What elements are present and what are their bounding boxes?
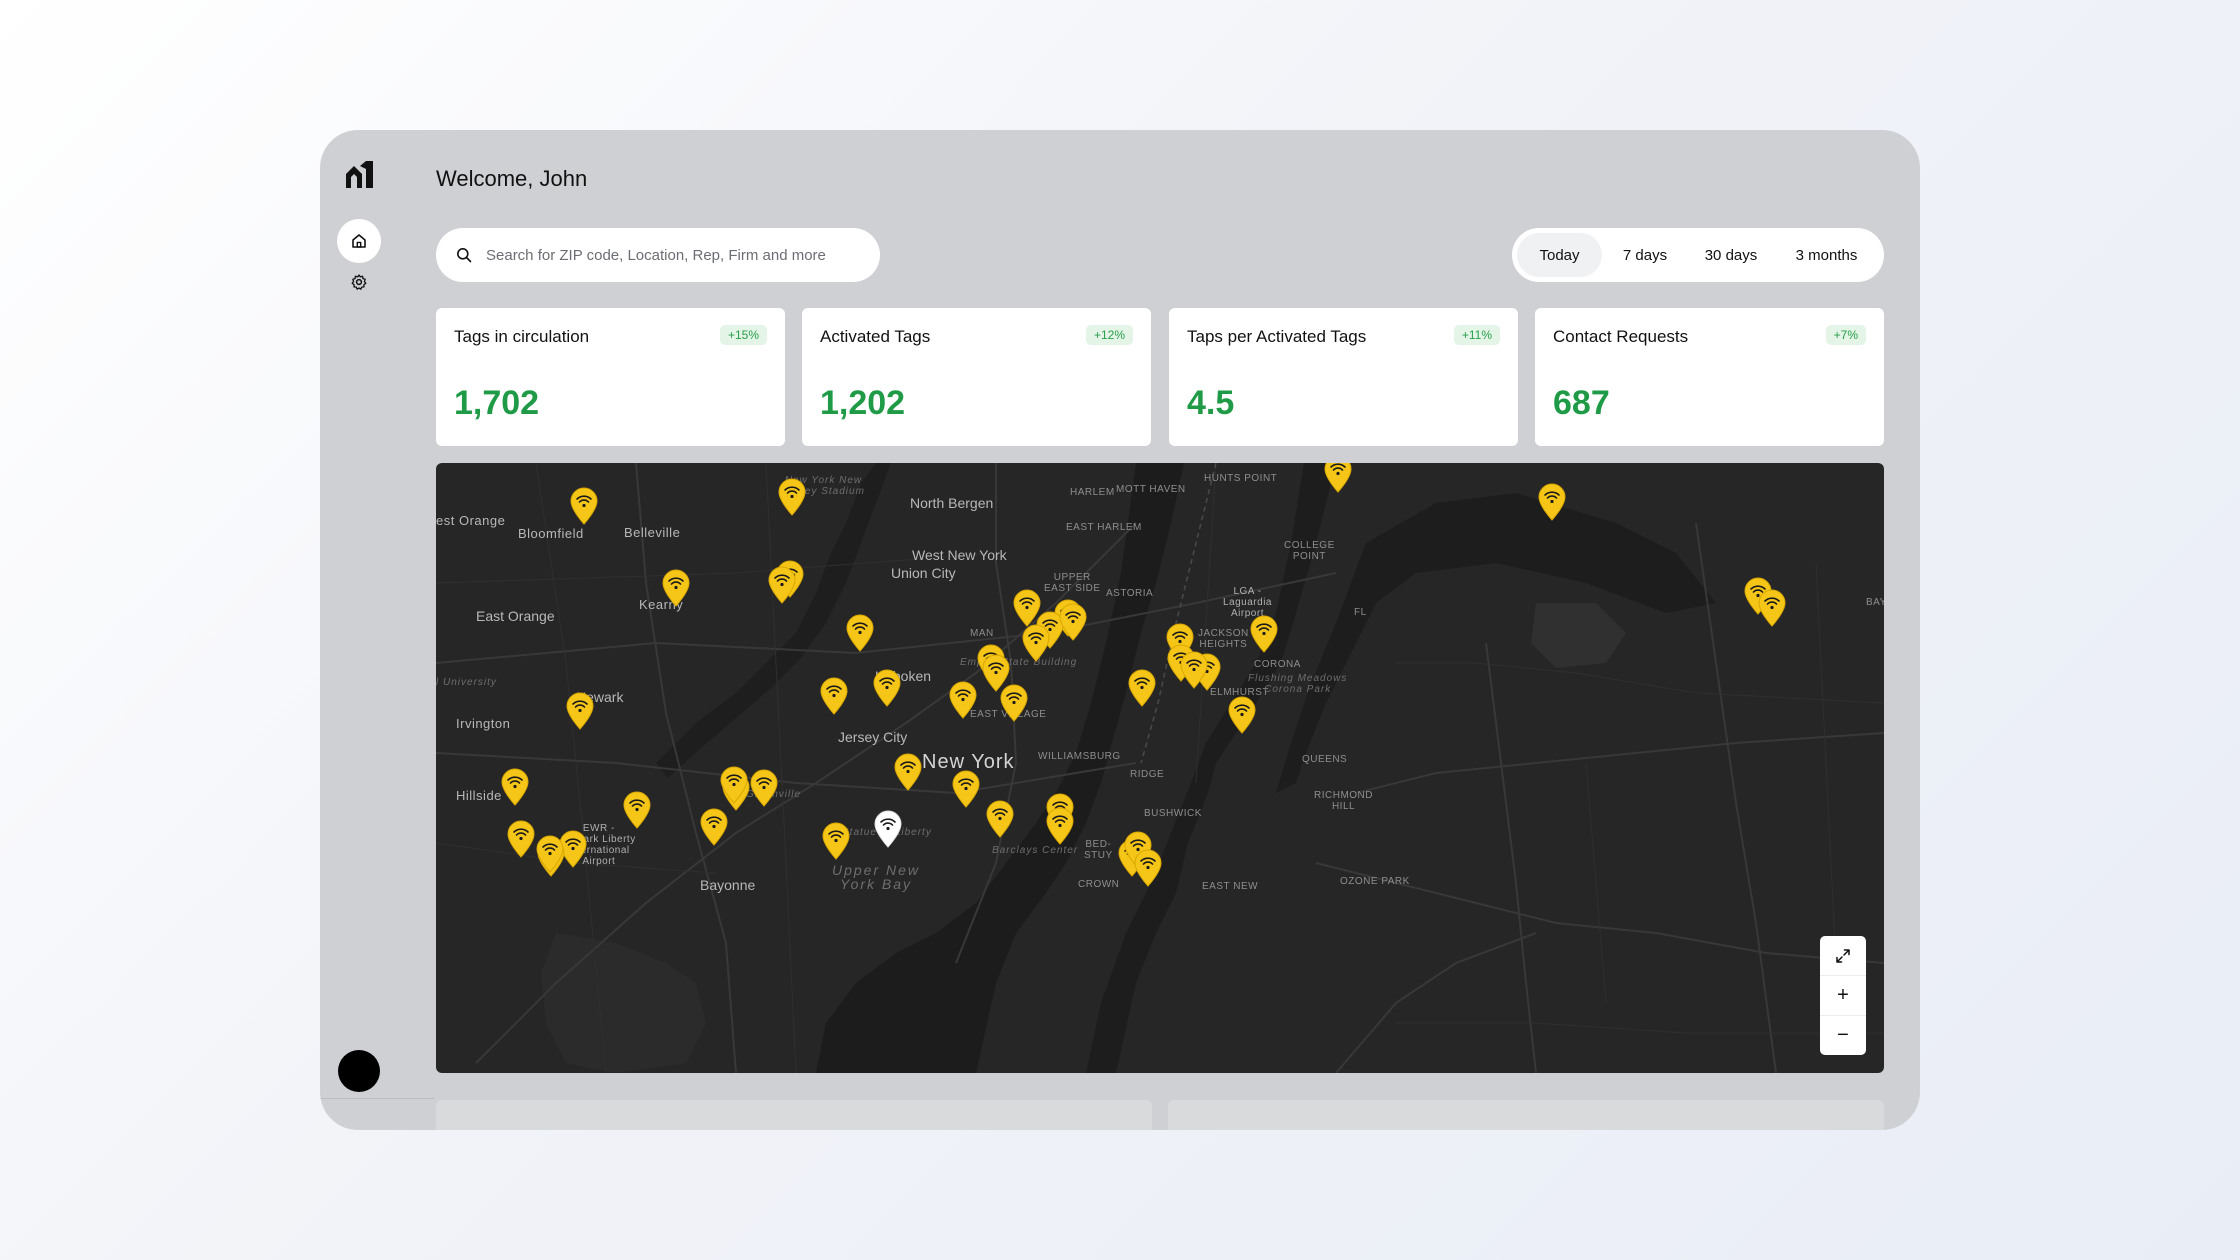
stat-change-badge: +7% xyxy=(1825,325,1866,345)
map-pin[interactable] xyxy=(985,800,1015,838)
map-pin[interactable] xyxy=(1249,615,1279,653)
map-pin[interactable] xyxy=(622,791,652,829)
stat-value: 1,702 xyxy=(454,384,540,422)
stat-change-badge: +15% xyxy=(719,325,767,345)
map-pin[interactable] xyxy=(565,692,595,730)
map-pin[interactable] xyxy=(506,820,536,858)
map-pin[interactable] xyxy=(661,569,691,607)
user-avatar[interactable] xyxy=(338,1050,380,1092)
map-pin-selected[interactable] xyxy=(873,810,903,848)
map-pin[interactable] xyxy=(819,677,849,715)
map-pin[interactable] xyxy=(1021,624,1051,662)
stat-card-taps-per-activated: Taps per Activated Tags +11% 4.5 xyxy=(1169,308,1518,446)
map-pin[interactable] xyxy=(951,770,981,808)
stat-value: 1,202 xyxy=(820,384,906,422)
map-zoom-controls: + − xyxy=(1820,936,1866,1055)
brand-logo xyxy=(346,161,373,188)
nav-home-button[interactable] xyxy=(337,219,381,263)
map-pin[interactable] xyxy=(777,478,807,516)
map-pin[interactable] xyxy=(999,684,1029,722)
map-pin[interactable] xyxy=(872,669,902,707)
map-pin[interactable] xyxy=(1127,669,1157,707)
map-basemap xyxy=(436,463,1884,1073)
range-today[interactable]: Today xyxy=(1517,233,1602,277)
dashboard-window: Welcome, John Today 7 days 30 days 3 mon… xyxy=(320,130,1920,1130)
range-7-days[interactable]: 7 days xyxy=(1602,233,1688,277)
stat-change-badge: +12% xyxy=(1085,325,1133,345)
search-icon xyxy=(457,248,472,263)
map-pin[interactable] xyxy=(1227,696,1257,734)
map-pin[interactable] xyxy=(569,487,599,525)
stat-value: 4.5 xyxy=(1187,384,1235,422)
map-pin[interactable] xyxy=(767,566,797,604)
map-pin[interactable] xyxy=(749,769,779,807)
map-pin[interactable] xyxy=(535,835,565,873)
map-pin[interactable] xyxy=(821,822,851,860)
map-pin[interactable] xyxy=(1537,483,1567,521)
gear-icon xyxy=(351,274,367,290)
nav-settings-button[interactable] xyxy=(337,260,381,304)
map-pin[interactable] xyxy=(893,753,923,791)
stat-card-contact-requests: Contact Requests +7% 687 xyxy=(1535,308,1884,446)
range-3-months[interactable]: 3 months xyxy=(1774,233,1879,277)
map-pin[interactable] xyxy=(719,766,749,804)
map-pin[interactable] xyxy=(845,614,875,652)
map-pin[interactable] xyxy=(1323,463,1353,493)
stats-row: Tags in circulation +15% 1,702 Activated… xyxy=(436,308,1884,446)
map-pin[interactable] xyxy=(1179,651,1209,689)
map-pin[interactable] xyxy=(1133,849,1163,887)
map-pin[interactable] xyxy=(1058,603,1088,641)
stat-card-tags-in-circulation: Tags in circulation +15% 1,702 xyxy=(436,308,785,446)
map-pin[interactable] xyxy=(699,808,729,846)
map-pin[interactable] xyxy=(1045,807,1075,845)
bottom-panel-left xyxy=(436,1100,1152,1130)
expand-icon xyxy=(1836,948,1850,963)
zoom-out-button[interactable]: − xyxy=(1820,1016,1866,1055)
page-title: Welcome, John xyxy=(436,166,588,191)
stat-title: Contact Requests xyxy=(1553,327,1689,346)
stat-card-activated-tags: Activated Tags +12% 1,202 xyxy=(802,308,1151,446)
date-range-selector: Today 7 days 30 days 3 months xyxy=(1512,228,1884,282)
map-pin[interactable] xyxy=(948,681,978,719)
home-icon xyxy=(352,234,366,248)
search-input[interactable] xyxy=(484,245,868,265)
map-pin[interactable] xyxy=(1012,589,1042,627)
map-pin[interactable] xyxy=(500,768,530,806)
stat-title: Taps per Activated Tags xyxy=(1187,327,1367,346)
divider xyxy=(320,1098,435,1099)
sidebar-rail xyxy=(320,130,400,1130)
tag-map[interactable]: North Bergen West New York Union City Ho… xyxy=(436,463,1884,1073)
zoom-in-button[interactable]: + xyxy=(1820,976,1866,1016)
search-bar[interactable] xyxy=(436,228,880,282)
stat-title: Tags in circulation xyxy=(454,327,590,346)
stat-value: 687 xyxy=(1553,384,1610,422)
fullscreen-button[interactable] xyxy=(1820,936,1866,976)
map-pin[interactable] xyxy=(1757,589,1787,627)
stat-change-badge: +11% xyxy=(1453,325,1500,345)
bottom-panel-right xyxy=(1168,1100,1884,1130)
range-30-days[interactable]: 30 days xyxy=(1688,233,1774,277)
stat-title: Activated Tags xyxy=(820,327,931,346)
